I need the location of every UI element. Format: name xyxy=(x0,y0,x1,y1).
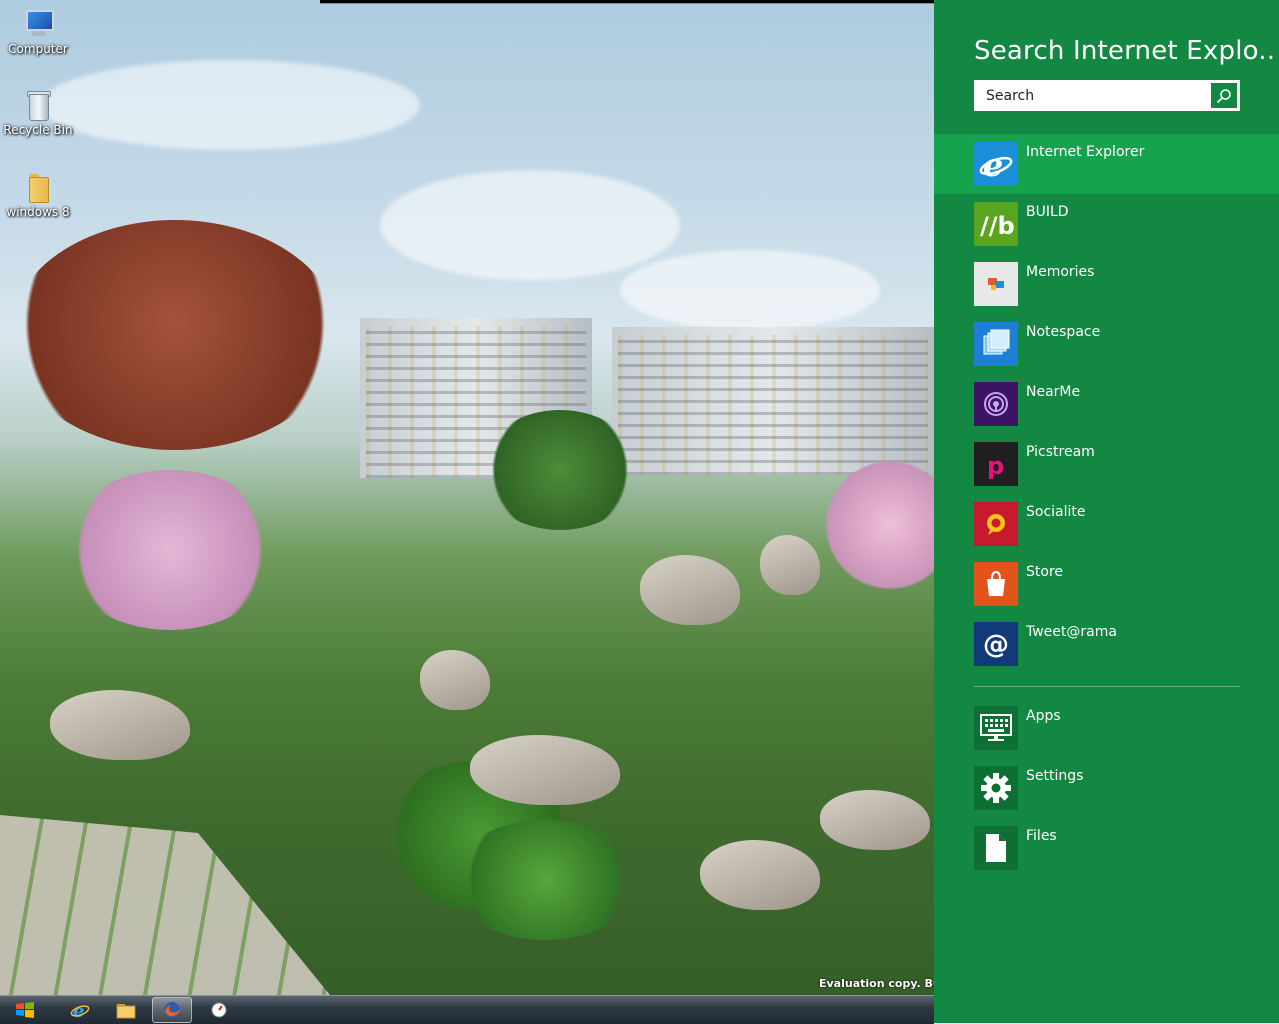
windows-logo-icon xyxy=(16,1002,34,1018)
desktop-icon-windows-8-folder[interactable]: windows 8 xyxy=(2,171,74,219)
desktop-icon-recycle-bin[interactable]: Recycle Bin xyxy=(2,89,74,137)
wallpaper-rock xyxy=(700,840,820,910)
wallpaper-building xyxy=(612,327,934,475)
wallpaper-rock xyxy=(760,535,820,595)
search-app-list: e Internet Explorer //b BUILD Memories N… xyxy=(934,134,1279,674)
app-label: Notespace xyxy=(1026,324,1101,340)
wallpaper-cloud xyxy=(620,250,880,330)
wallpaper-bush xyxy=(450,820,640,940)
wallpaper-rock xyxy=(420,650,490,710)
desktop-icon-computer[interactable]: Computer xyxy=(2,8,74,56)
wallpaper-rock xyxy=(640,555,740,625)
build-icon: //b xyxy=(974,202,1018,246)
app-label: Store xyxy=(1026,564,1064,580)
app-label: NearMe xyxy=(1026,384,1081,400)
firefox-icon xyxy=(164,1002,180,1018)
apps-icon xyxy=(974,706,1018,750)
app-item-memories[interactable]: Memories xyxy=(934,254,1279,314)
settings-icon xyxy=(974,766,1018,810)
search-icon xyxy=(1216,88,1231,103)
files-icon xyxy=(974,826,1018,870)
taskbar: e xyxy=(0,995,934,1024)
app-label: Memories xyxy=(1026,264,1095,280)
search-box xyxy=(974,80,1240,111)
wallpaper-cloud xyxy=(380,170,680,280)
app-label: BUILD xyxy=(1026,204,1069,220)
wallpaper-tree xyxy=(480,410,640,530)
folder-icon xyxy=(22,171,54,203)
search-filter-list: Apps Settings Files xyxy=(934,698,1279,878)
app-label: Socialite xyxy=(1026,504,1086,520)
svg-text:@: @ xyxy=(983,630,1009,660)
gauge-icon xyxy=(211,1002,227,1018)
app-label: Picstream xyxy=(1026,444,1095,460)
wallpaper-rock xyxy=(820,790,930,850)
search-pane-divider xyxy=(974,686,1240,687)
filter-label: Settings xyxy=(1026,768,1084,784)
app-item-picstream[interactable]: p Picstream xyxy=(934,434,1279,494)
filter-item-settings[interactable]: Settings xyxy=(934,758,1279,818)
taskbar-app[interactable] xyxy=(199,997,239,1023)
filter-label: Apps xyxy=(1026,708,1061,724)
desktop-icon-label: Computer xyxy=(8,42,68,56)
store-icon xyxy=(974,562,1018,606)
wallpaper-rock xyxy=(470,735,620,805)
taskbar-firefox[interactable] xyxy=(152,997,192,1023)
folder-icon xyxy=(116,1004,136,1019)
svg-text://b: //b xyxy=(980,212,1014,240)
filter-item-files[interactable]: Files xyxy=(934,818,1279,878)
evaluation-watermark: Evaluation copy. Bu xyxy=(819,977,934,990)
notespace-icon xyxy=(974,322,1018,366)
app-item-internet-explorer[interactable]: e Internet Explorer xyxy=(934,134,1279,194)
wallpaper-stone-path xyxy=(0,815,330,995)
start-button[interactable] xyxy=(5,997,45,1023)
search-charm-pane: Search Internet Explo... e Internet Expl… xyxy=(934,0,1279,1023)
memories-icon xyxy=(974,262,1018,306)
app-item-build[interactable]: //b BUILD xyxy=(934,194,1279,254)
window-edge xyxy=(320,0,934,4)
computer-icon xyxy=(22,8,54,40)
internet-explorer-icon: e xyxy=(70,1001,90,1020)
wallpaper-blossom-tree xyxy=(820,460,934,590)
filter-item-apps[interactable]: Apps xyxy=(934,698,1279,758)
picstream-icon: p xyxy=(974,442,1018,486)
search-button[interactable] xyxy=(1210,82,1238,109)
svg-text:p: p xyxy=(987,452,1004,480)
app-item-store[interactable]: Store xyxy=(934,554,1279,614)
app-item-tweetarama[interactable]: @ Tweet@rama xyxy=(934,614,1279,674)
search-input[interactable] xyxy=(975,81,1209,110)
taskbar-internet-explorer[interactable]: e xyxy=(60,997,100,1023)
wallpaper-rock xyxy=(50,690,190,760)
desktop-icon-label: windows 8 xyxy=(6,205,70,219)
internet-explorer-icon: e xyxy=(974,142,1018,186)
desktop-icon-label: Recycle Bin xyxy=(3,123,73,137)
wallpaper-cloud xyxy=(40,60,420,150)
app-label: Internet Explorer xyxy=(1026,144,1145,160)
wallpaper-blossom-tree xyxy=(60,470,280,630)
nearme-icon xyxy=(974,382,1018,426)
app-label: Tweet@rama xyxy=(1026,624,1117,640)
socialite-icon xyxy=(974,502,1018,546)
recycle-bin-icon xyxy=(22,89,54,121)
taskbar-windows-explorer[interactable] xyxy=(106,997,146,1023)
desktop-wallpaper: Evaluation copy. Bu xyxy=(0,0,934,995)
tweetarama-icon: @ xyxy=(974,622,1018,666)
search-pane-title: Search Internet Explo... xyxy=(974,36,1274,66)
svg-text:e: e xyxy=(73,1001,84,1020)
wallpaper-maple-tree xyxy=(10,220,340,450)
filter-label: Files xyxy=(1026,828,1057,844)
app-item-socialite[interactable]: Socialite xyxy=(934,494,1279,554)
app-item-notespace[interactable]: Notespace xyxy=(934,314,1279,374)
app-item-nearme[interactable]: NearMe xyxy=(934,374,1279,434)
